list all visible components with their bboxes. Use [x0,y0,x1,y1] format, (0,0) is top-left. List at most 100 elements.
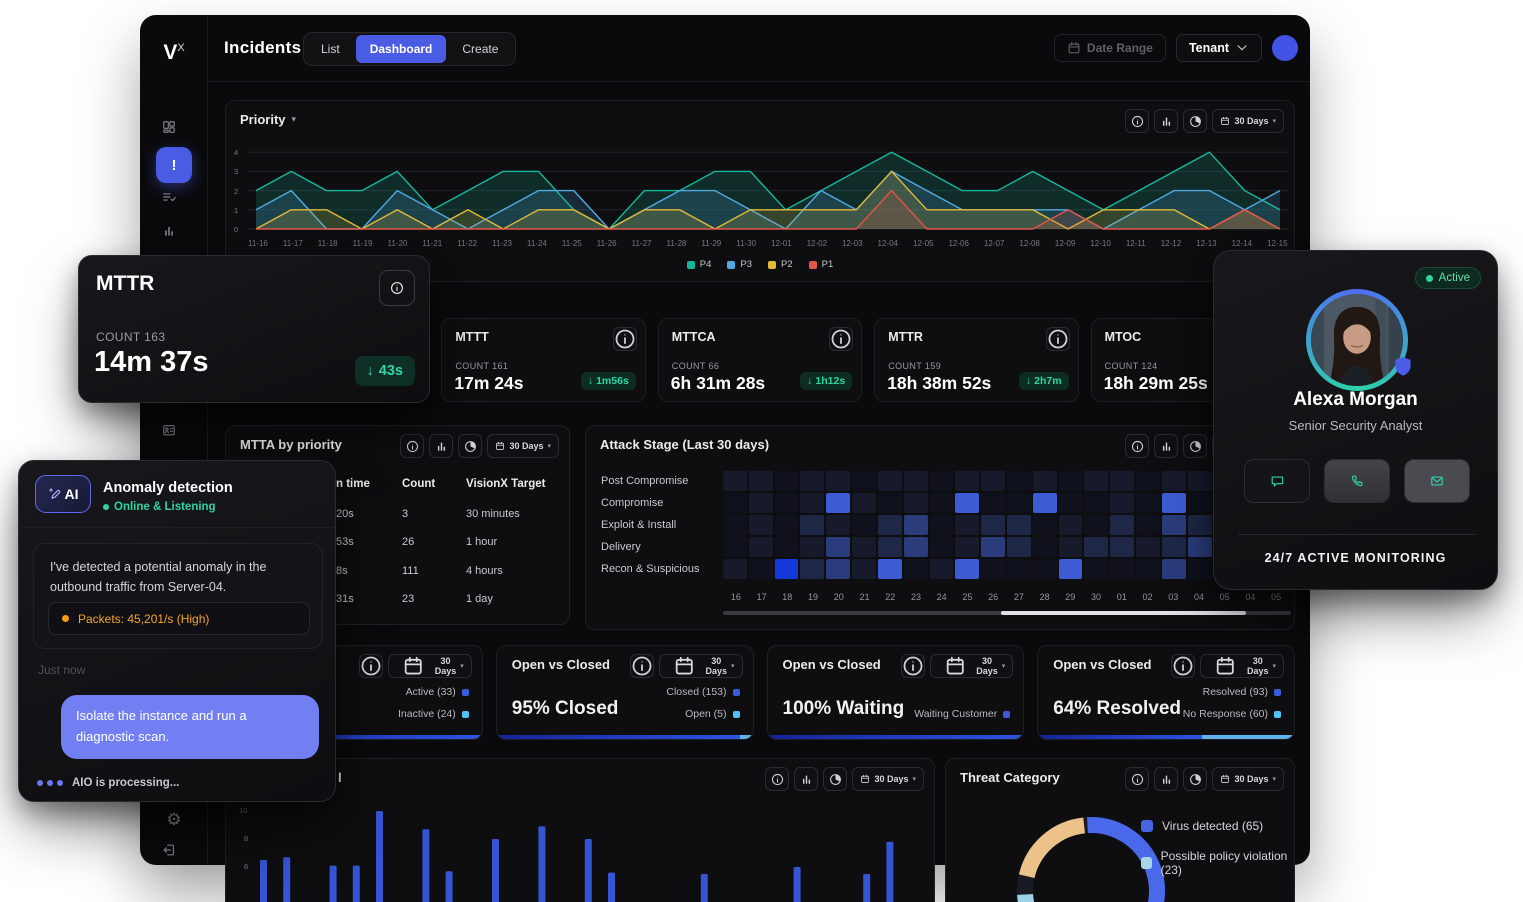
heatmap-cell[interactable] [1084,515,1109,535]
user-avatar[interactable] [1272,35,1298,61]
heatmap-cell[interactable] [903,493,928,513]
heatmap-cell[interactable] [1032,493,1057,513]
heatmap-cell[interactable] [981,515,1005,535]
bar[interactable] [352,865,360,902]
bar[interactable] [445,871,453,902]
heatmap-cell[interactable] [748,493,773,513]
heatmap-cell[interactable] [748,559,773,579]
heatmap-cell[interactable] [852,471,876,491]
range-select-button[interactable]: 30 Days▾ [388,654,472,678]
bars-icon-button[interactable] [429,434,454,458]
heatmap-cell[interactable] [877,493,902,513]
donut-segment[interactable] [1017,893,1035,902]
sidebar-item-dashboard[interactable] [162,120,176,134]
heatmap-cell[interactable] [1007,515,1031,535]
heatmap-cell[interactable] [1032,537,1057,557]
sidebar-item-tasks[interactable] [162,190,176,204]
heatmap-cell[interactable] [955,515,980,535]
heatmap-cell[interactable] [1007,493,1031,513]
info-icon-button[interactable] [629,654,654,678]
heatmap-cell[interactable] [723,493,747,513]
heatmap-cell[interactable] [903,515,928,535]
heatmap-cell[interactable] [1007,537,1031,557]
tab-create[interactable]: Create [448,35,512,63]
heatmap-cell[interactable] [723,559,747,579]
heatmap-cell[interactable] [1187,493,1212,513]
email-button[interactable] [1404,459,1470,503]
range-select-button[interactable]: 30 Days▾ [1212,109,1284,133]
heatmap-cell[interactable] [800,471,825,491]
heatmap-cell[interactable] [877,559,902,579]
heatmap-cell[interactable] [1058,493,1083,513]
heatmap-cell[interactable] [981,493,1005,513]
heatmap-cell[interactable] [774,559,799,579]
heatmap-cell[interactable] [1161,471,1186,491]
tab-dashboard[interactable]: Dashboard [355,35,447,63]
heatmap-cell[interactable] [1084,471,1109,491]
chat-button[interactable] [1244,459,1310,503]
range-select-button[interactable]: 30 Days▾ [852,767,924,791]
heatmap-cell[interactable] [800,559,825,579]
heatmap-cell[interactable] [852,559,876,579]
heatmap-cell[interactable] [1136,559,1160,579]
heatmap-cell[interactable] [1032,515,1057,535]
heatmap-cell[interactable] [1187,559,1212,579]
heatmap-cell[interactable] [1187,471,1212,491]
heatmap-cell[interactable] [1187,537,1212,557]
heatmap-cell[interactable] [826,515,851,535]
bar[interactable] [260,860,267,902]
bar[interactable] [283,857,291,902]
heatmap-cell[interactable] [955,537,980,557]
heatmap-cell[interactable] [1007,559,1031,579]
sidebar-item-incidents[interactable]: ! [156,147,192,183]
heatmap-cell[interactable] [1110,559,1135,579]
heatmap-cell[interactable] [1136,515,1160,535]
heatmap-cell[interactable] [748,537,773,557]
heatmap-cell[interactable] [981,559,1005,579]
bar[interactable] [422,829,430,902]
heatmap-cell[interactable] [929,537,954,557]
heatmap-scrollbar-thumb[interactable] [1001,611,1246,615]
bar[interactable] [329,865,337,902]
settings-gear-icon[interactable]: ⚙ [162,808,186,832]
bar[interactable] [608,872,615,902]
heatmap-cell[interactable] [852,537,876,557]
date-range-button[interactable]: Date Range [1053,34,1166,62]
donut-segment[interactable] [1018,817,1086,879]
heatmap-cell[interactable] [774,493,799,513]
info-icon-button[interactable] [1125,109,1150,133]
heatmap-cell[interactable] [1084,493,1109,513]
heatmap-cell[interactable] [1110,471,1135,491]
heatmap-cell[interactable] [981,471,1005,491]
heatmap-cell[interactable] [1161,537,1186,557]
sidebar-item-analytics[interactable] [162,224,176,238]
range-select-button[interactable]: 30 Days▾ [487,434,559,458]
bar[interactable] [793,867,801,902]
info-icon-button[interactable] [379,270,415,306]
pie-icon-button[interactable] [1183,109,1208,133]
heatmap-cell[interactable] [1136,471,1160,491]
bars-icon-button[interactable] [1154,109,1179,133]
heatmap-cell[interactable] [929,559,954,579]
heatmap-cell[interactable] [748,471,773,491]
call-button[interactable] [1324,459,1390,503]
heatmap-cell[interactable] [826,559,851,579]
pie-icon-button[interactable] [458,434,483,458]
info-icon-button[interactable] [829,327,854,351]
heatmap-cell[interactable] [877,515,902,535]
heatmap-cell[interactable] [877,471,902,491]
heatmap-cell[interactable] [852,515,876,535]
info-icon-button[interactable] [612,327,637,351]
heatmap-cell[interactable] [1032,559,1057,579]
heatmap-cell[interactable] [929,515,954,535]
heatmap-cell[interactable] [955,493,980,513]
bar[interactable] [376,811,383,902]
bar[interactable] [492,839,499,902]
info-icon-button[interactable] [400,434,425,458]
heatmap-cell[interactable] [1058,537,1083,557]
heatmap-cell[interactable] [1161,559,1186,579]
heatmap-cell[interactable] [774,471,799,491]
heatmap-cell[interactable] [1032,471,1057,491]
logout-icon[interactable] [162,843,176,857]
priority-card-title[interactable]: Priority ▾ [240,112,296,127]
